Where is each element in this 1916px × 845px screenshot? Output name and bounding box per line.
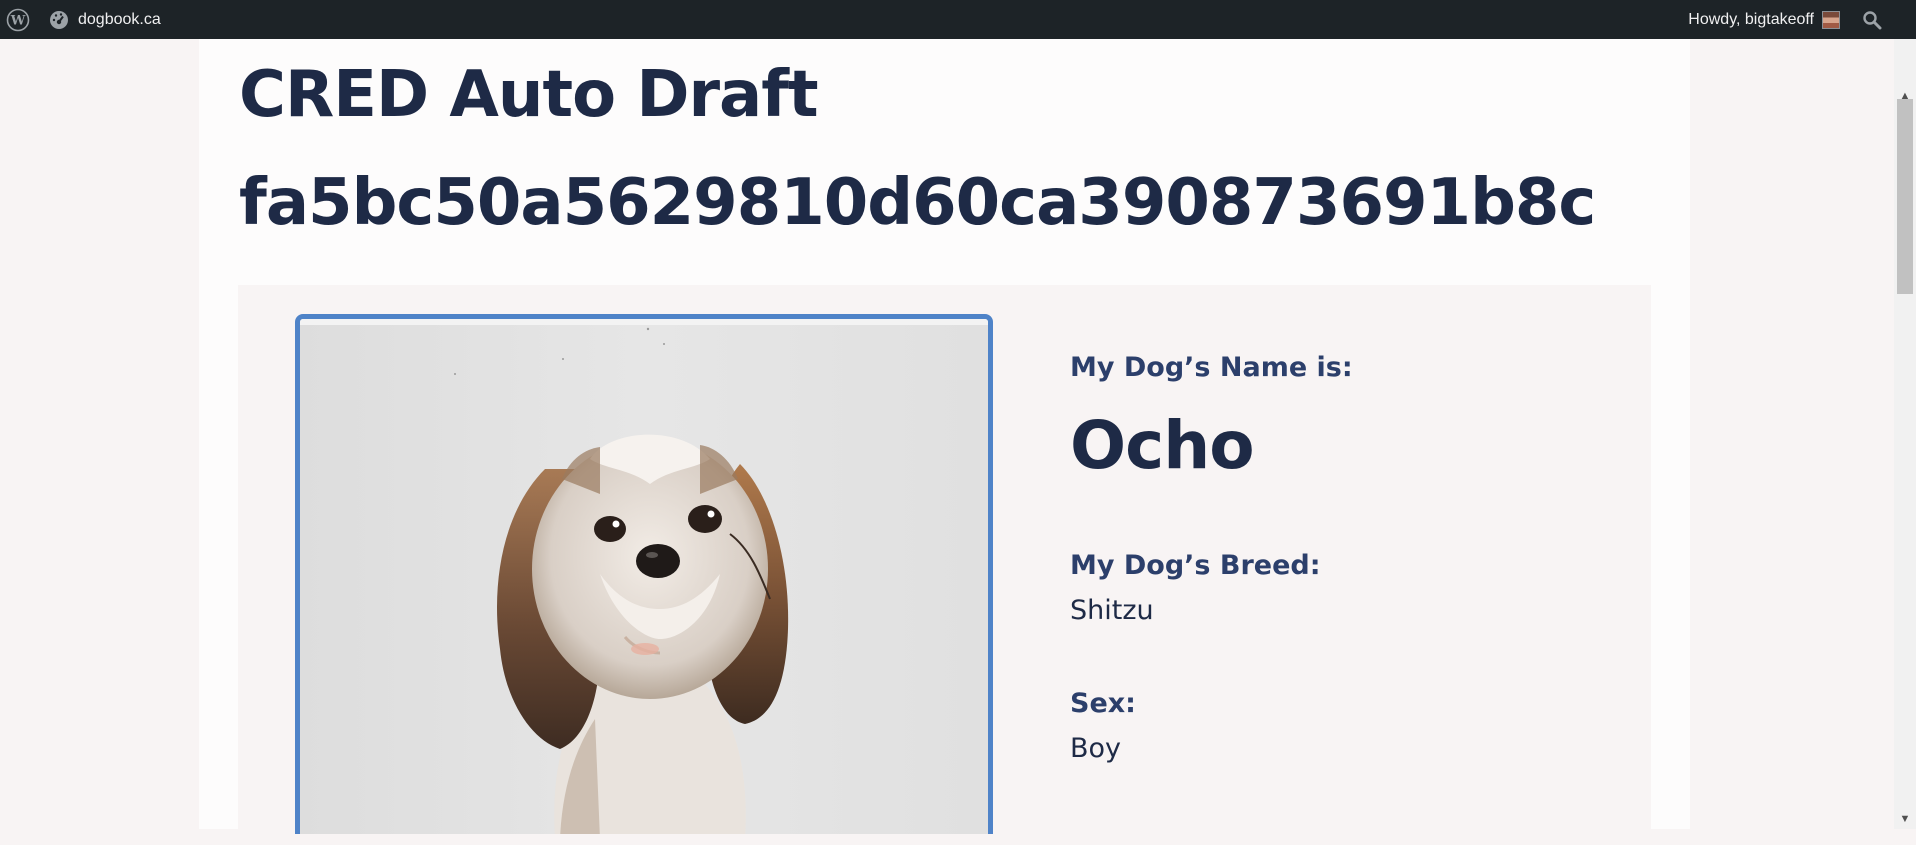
account-menu[interactable]: Howdy, bigtakeoff xyxy=(1678,0,1850,39)
dog-photo xyxy=(295,314,993,834)
dashboard-icon xyxy=(48,9,70,31)
search-icon[interactable] xyxy=(1850,0,1894,39)
dog-breed-label: My Dog’s Breed: xyxy=(1070,550,1321,581)
site-name-label: dogbook.ca xyxy=(78,10,161,28)
dog-name: Ocho xyxy=(1070,407,1255,484)
dog-sex-label: Sex: xyxy=(1070,688,1136,719)
scroll-down-icon[interactable]: ▼ xyxy=(1894,809,1916,829)
dog-name-label: My Dog’s Name is: xyxy=(1070,352,1353,383)
admin-bar: W dogbook.ca Howdy, bigtakeoff xyxy=(0,0,1916,39)
dog-profile-card: My Dog’s Name is: Ocho My Dog’s Breed: S… xyxy=(238,285,1651,845)
dog-breed: Shitzu xyxy=(1070,595,1154,626)
post-content: CRED Auto Draft fa5bc50a5629810d60ca3908… xyxy=(199,39,1690,845)
page-title: CRED Auto Draft fa5bc50a5629810d60ca3908… xyxy=(239,58,1596,240)
wordpress-logo-icon[interactable]: W xyxy=(0,0,36,39)
greeting-label: Howdy, bigtakeoff xyxy=(1688,10,1814,28)
svg-text:W: W xyxy=(10,13,26,28)
dog-sex: Boy xyxy=(1070,733,1122,764)
scroll-thumb[interactable] xyxy=(1897,99,1913,294)
vertical-scrollbar[interactable]: ▲ ▼ xyxy=(1894,39,1916,829)
shih-tzu-illustration xyxy=(300,319,988,834)
site-name-menu[interactable]: dogbook.ca xyxy=(36,0,171,39)
avatar xyxy=(1822,10,1840,29)
